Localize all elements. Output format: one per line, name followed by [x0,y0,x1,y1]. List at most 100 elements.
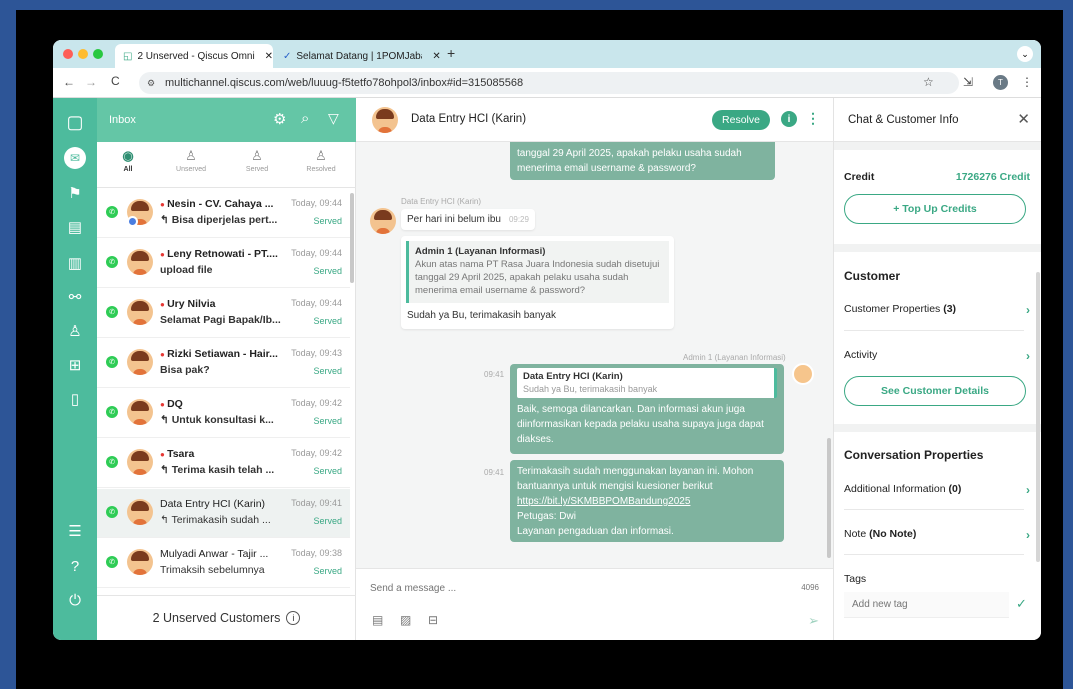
conversation-item[interactable]: ✆ Nesin - CV. Cahaya ... ↰ Bisa diperjel… [97,189,350,238]
section-divider [834,244,1041,252]
whatsapp-icon: ✆ [106,506,118,518]
quote-text: Akun atas nama PT Rasa Juara Indonesia s… [415,259,660,296]
close-tab-icon[interactable]: ✕ [265,51,273,62]
power-icon[interactable]: ⏻ [64,589,86,611]
url-field[interactable]: ⚙ multichannel.qiscus.com/web/luuug-f5te… [139,72,959,94]
sender-avatar [370,208,396,234]
conversation-properties-heading: Conversation Properties [844,448,984,462]
unserved-customers-bar[interactable]: 2 Unserved Customers i [97,595,356,640]
message-text: Per hari ini belum ibu [407,214,501,225]
filter-tab-resolved[interactable]: ♙ Resolved [291,148,351,173]
broadcast-icon[interactable]: ⚑ [64,182,86,204]
conversation-time: Today, 09:41 [291,498,342,508]
browser-tab-selamat[interactable]: ✓ Selamat Datang | 1POMJabar ✕ [275,44,443,68]
maximize-window-button[interactable] [93,49,103,59]
browser-menu-icon[interactable]: ⋮ [1021,75,1033,89]
additional-information-row[interactable]: Additional Information (0) › [844,483,1030,497]
browser-tab-qiscus[interactable]: ◱ 2 Unserved - Qiscus Omnich ✕ [115,44,273,68]
conversation-item[interactable]: ✆ Tsara ↰ Terima kasih telah ... Today, … [97,439,350,488]
all-icon: ◉ [122,148,134,163]
contacts-icon[interactable]: ▤ [64,216,86,238]
back-arrow-icon[interactable]: ← [63,75,75,89]
filter-tab-all[interactable]: ◉ All [98,148,158,173]
additional-count: (0) [948,483,962,495]
chat-scrollbar[interactable] [827,438,831,558]
message-input[interactable] [370,579,770,597]
browser-tab-bar: ◱ 2 Unserved - Qiscus Omnich ✕ ✓ Selamat… [53,40,1041,68]
conversation-item[interactable]: ✆ Rizki Setiawan - Hair... Bisa pak? Tod… [97,339,350,388]
conversation-name: Nesin - CV. Cahaya ... [160,198,282,210]
message-text: tanggal 29 April 2025, apakah pelaku usa… [517,148,742,174]
reload-icon[interactable]: C [111,74,120,88]
tab-menu-chevron-icon[interactable]: ⌄ [1017,46,1033,62]
document-attach-icon[interactable]: ▤ [372,613,383,627]
message-text: Terimakasih sudah menggunakan layanan in… [517,466,754,492]
inbox-icon[interactable]: ✉ [64,147,86,169]
avatar [127,549,153,575]
unserved-icon: ♙ [185,148,197,163]
send-icon[interactable]: ➢ [808,613,819,629]
extensions-icon[interactable]: ⇲ [963,75,973,89]
tag-input[interactable] [844,592,1009,618]
conversation-preview: ↰ Terima kasih telah ... [160,464,275,476]
survey-link[interactable]: https://bit.ly/SKMBBPOMBandung2025 [517,494,777,509]
new-tab-button[interactable]: + [447,45,455,61]
close-icon[interactable]: ✕ [1017,110,1030,128]
info-scrollbar[interactable] [1036,272,1040,562]
integration-icon[interactable]: ⚯ [64,286,86,308]
resolve-button[interactable]: Resolve [712,110,770,130]
browser-window: ◱ 2 Unserved - Qiscus Omnich ✕ ✓ Selamat… [53,40,1041,640]
mobile-icon[interactable]: ▯ [64,388,86,410]
tab-label: Selamat Datang | 1POMJabar [296,50,423,62]
conversation-item[interactable]: ✆ Ury Nilvia Selamat Pagi Bapak/Ib... To… [97,289,350,338]
info-circle-icon[interactable]: i [781,111,797,127]
qiscus-logo-icon[interactable]: ▢ [64,111,86,133]
image-attach-icon[interactable]: ▨ [400,613,411,627]
site-settings-icon[interactable]: ⚙ [147,78,155,89]
tickets-icon[interactable]: ⊞ [64,354,86,376]
agents-icon[interactable]: ♙ [64,320,86,342]
message-bubble-incoming: Per hari ini belum ibu 09:29 [401,209,535,230]
credit-value: 1726276 Credit [955,171,1030,183]
note-label: Note [844,528,867,540]
avatar [127,249,153,275]
sender-name: Data Entry HCI (Karin) [401,197,482,206]
forward-arrow-icon[interactable]: → [85,75,97,89]
credit-row: Credit 1726276 Credit [844,171,1030,183]
quote-author: Admin 1 (Layanan Informasi) [415,246,546,257]
confirm-tag-icon[interactable]: ✓ [1016,596,1027,612]
analytics-icon[interactable]: ▥ [64,252,86,274]
conversation-status: Served [313,316,342,326]
conversation-name: Rizki Setiawan - Hair... [160,348,282,360]
close-tab-icon[interactable]: ✕ [432,51,440,62]
agent-status-icon[interactable]: ⚙ [273,110,286,128]
minimize-window-button[interactable] [78,49,88,59]
section-divider [834,142,1041,150]
more-options-icon[interactable]: ⋮ [806,110,820,127]
customer-properties-row[interactable]: Customer Properties (3) › [844,303,1030,317]
filter-tab-unserved[interactable]: ♙ Unserved [161,148,221,173]
activity-row[interactable]: Activity › [844,349,1030,363]
close-window-button[interactable] [63,49,73,59]
profile-avatar[interactable]: T [993,75,1008,90]
info-icon[interactable]: i [286,611,301,625]
conversation-time: Today, 09:42 [291,398,342,408]
search-icon[interactable]: ⌕ [301,110,309,127]
conversation-item[interactable]: ✆ Mulyadi Anwar - Tajir ... Trimaksih se… [97,539,350,588]
conversation-name: Mulyadi Anwar - Tajir ... [160,548,269,560]
inbox-scrollbar[interactable] [350,193,354,283]
top-up-credits-button[interactable]: + Top Up Credits [844,194,1026,224]
filter-icon[interactable]: ▽ [328,110,339,127]
conversation-item[interactable]: ✆ Leny Retnowati - PT.... upload file To… [97,239,350,288]
chevron-right-icon: › [1026,528,1030,542]
settings-sliders-icon[interactable]: ☰ [64,520,86,542]
message-bubble-outgoing: Terimakasih sudah menggunakan layanan in… [510,460,784,542]
note-row[interactable]: Note (No Note) › [844,528,1030,542]
template-icon[interactable]: ⊟ [428,613,438,627]
help-icon[interactable]: ? [64,555,86,577]
filter-tab-served[interactable]: ♙ Served [227,148,287,173]
bookmark-star-icon[interactable]: ☆ [923,75,934,89]
conversation-item-selected[interactable]: ✆ Data Entry HCI (Karin) ↰ Terimakasih s… [97,489,350,538]
conversation-item[interactable]: ✆ DQ ↰ Untuk konsultasi k... Today, 09:4… [97,389,350,438]
see-customer-details-button[interactable]: See Customer Details [844,376,1026,406]
